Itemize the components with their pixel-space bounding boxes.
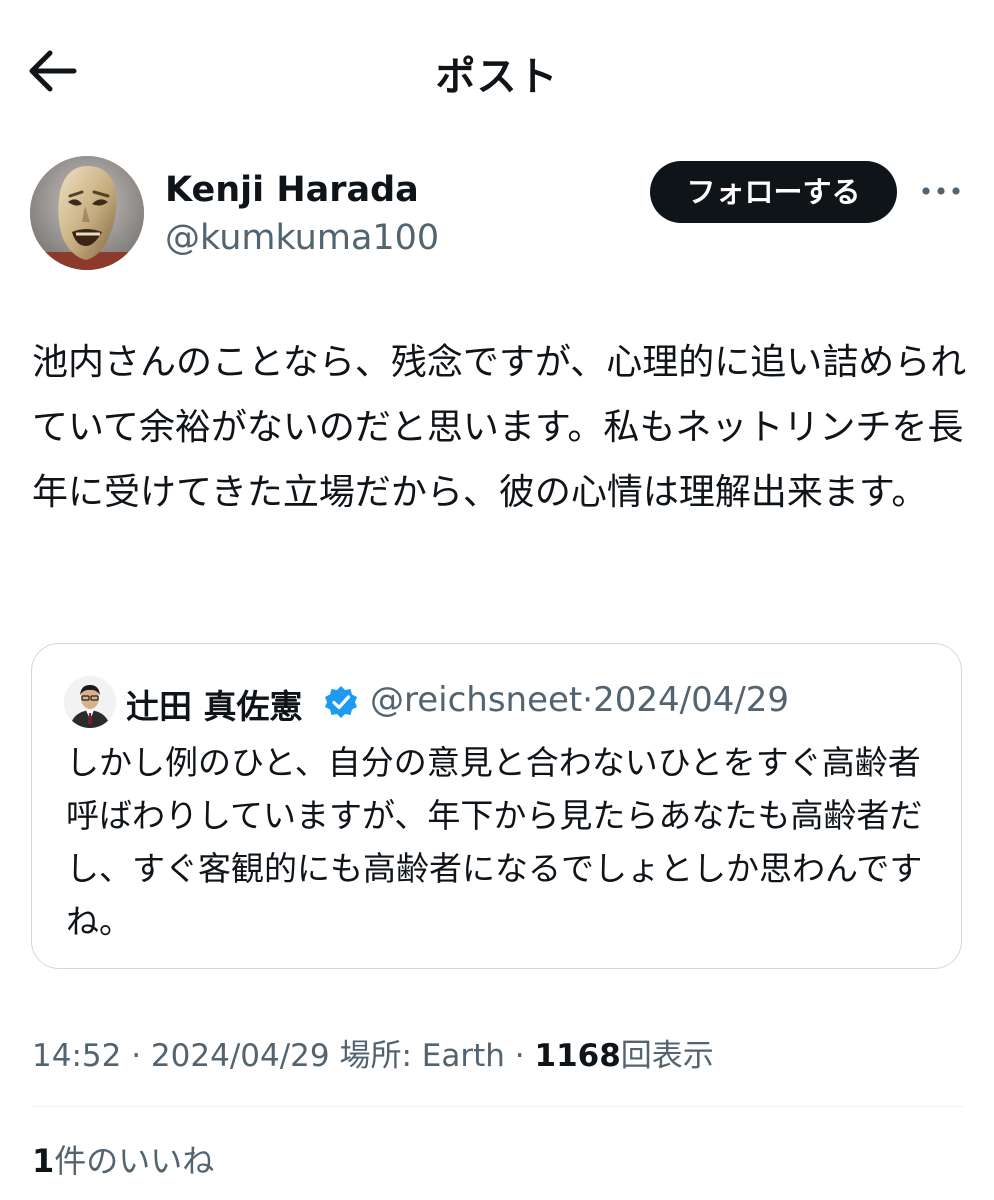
author-name[interactable]: Kenji Harada [165,170,419,210]
author-handle[interactable]: @kumkuma100 [165,218,439,258]
person-avatar-image [64,676,116,728]
more-horizontal-icon [922,187,960,195]
mask-avatar-image [30,156,144,270]
follow-button[interactable]: フォローする [650,161,897,223]
quoted-post-text: しかし例のひと、自分の意見と合わないひとをすぐ高齢者呼ばわりしていますが、年下か… [66,743,923,941]
more-options-button[interactable] [918,174,964,208]
likes-count: 1 [32,1142,55,1180]
likes-summary[interactable]: 1件のいいね [32,1136,214,1182]
meta-separator: · [514,1038,525,1074]
meta-separator: · [582,680,594,720]
quoted-post[interactable]: 辻田 真佐憲 @reichsneet·2024/04/29 しかし例のひと、自分… [31,643,962,969]
top-bar: ポスト [0,0,994,140]
post-time[interactable]: 14:52 [32,1038,121,1074]
quoted-author-name: 辻田 真佐憲 [126,687,303,726]
post-date[interactable]: 2024/04/29 [151,1038,330,1074]
post-meta: 14:52 · 2024/04/29 場所: Earth · 1168回表示 [32,1030,714,1075]
verified-badge-icon [325,686,357,718]
divider [30,1106,964,1107]
post-text: 池内さんのことなら、残念ですが、心理的に追い詰められていて余裕がないのだと思いま… [32,342,967,513]
post-author: Kenji Harada @kumkuma100 フォローする [30,156,964,276]
quoted-author-handle: @reichsneet [370,680,583,720]
location-value: Earth [421,1038,505,1074]
quoted-author-avatar [64,676,116,728]
meta-separator: · [131,1038,142,1074]
view-count: 1168 [534,1038,621,1074]
quoted-post-meta: @reichsneet·2024/04/29 [370,680,789,720]
page-title: ポスト [435,54,559,100]
views-label: 回表示 [620,1038,714,1074]
likes-label: 件のいいね [54,1142,215,1180]
quoted-post-date: 2024/04/29 [593,680,790,720]
author-avatar[interactable] [30,156,144,270]
location-label: 場所: [339,1038,412,1074]
